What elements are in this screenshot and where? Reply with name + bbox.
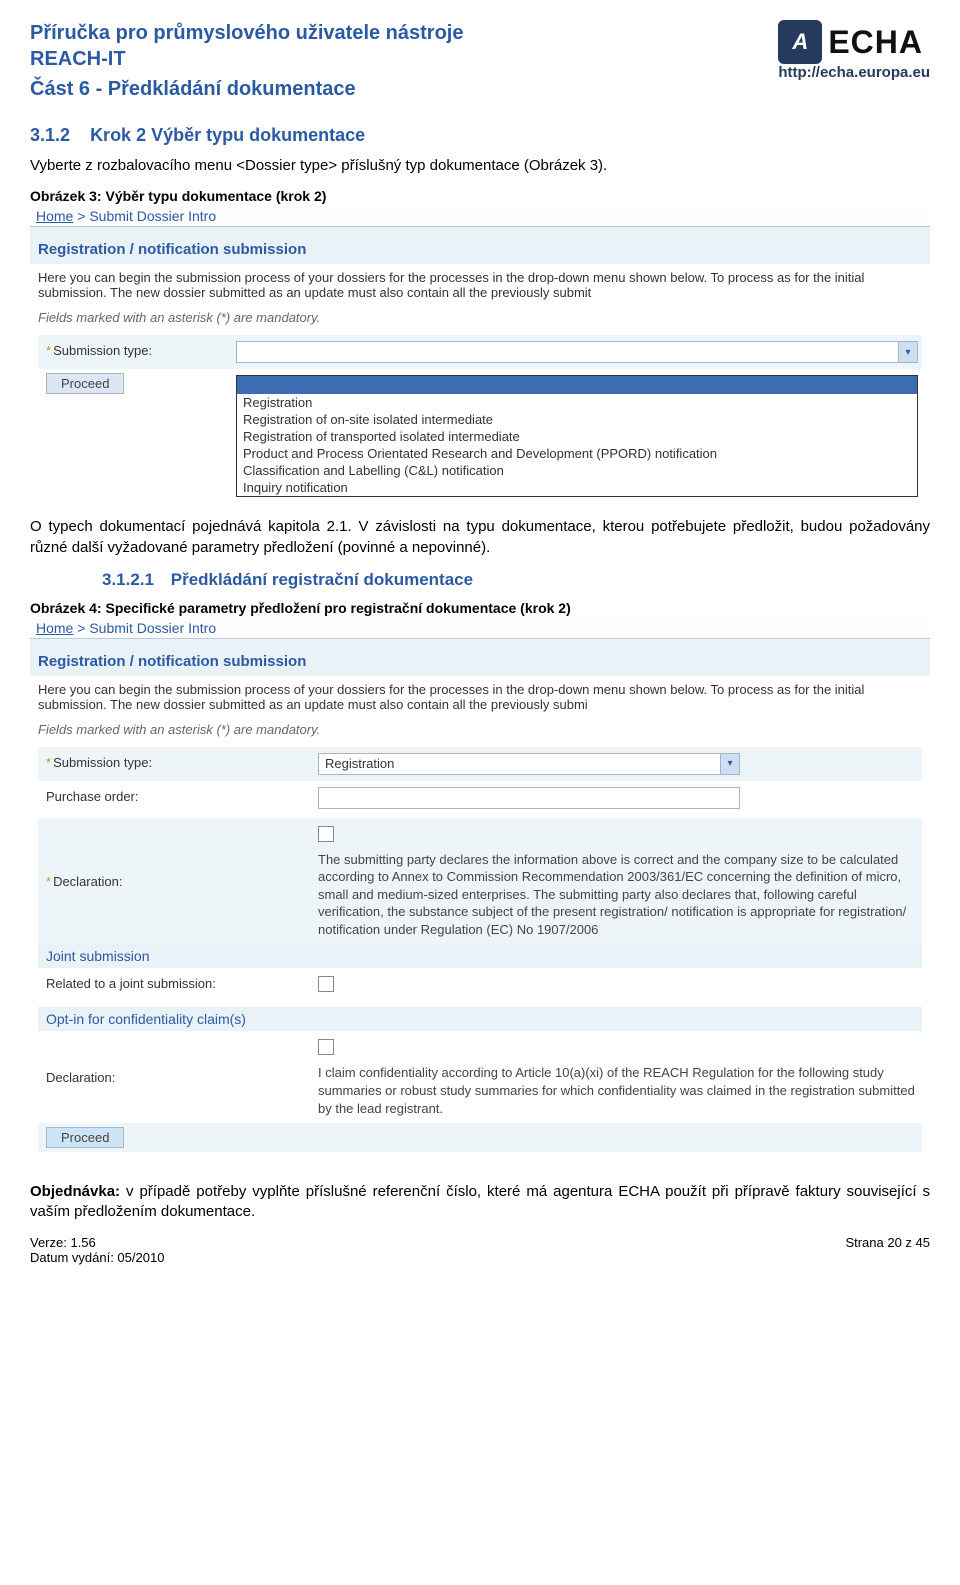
subsection-number: 3.1.2.1: [102, 570, 166, 590]
section-number: 3.1.2: [30, 125, 70, 145]
title-line1: Příručka pro průmyslového uživatele nást…: [30, 20, 463, 46]
figure-4-label: Obrázek 4: Specifické parametry předlože…: [30, 600, 930, 616]
page-header: Příručka pro průmyslového uživatele nást…: [30, 20, 930, 117]
title-line2: REACH-IT: [30, 46, 463, 72]
submission-type-value: Registration: [319, 754, 720, 774]
panel-description: Here you can begin the submission proces…: [38, 682, 922, 712]
required-asterisk-icon: *: [46, 343, 51, 358]
confidentiality-checkbox[interactable]: [318, 1039, 334, 1055]
label-related-joint: Related to a joint submission:: [46, 976, 216, 991]
dropdown-option[interactable]: Registration of on-site isolated interme…: [237, 411, 917, 428]
submission-type-select[interactable]: ▾: [236, 341, 918, 363]
footer-page: Strana 20 z 45: [845, 1235, 930, 1265]
panel-heading: Registration / notification submission: [30, 647, 930, 676]
mandatory-note: Fields marked with an asterisk (*) are m…: [38, 722, 922, 737]
section-intro: Vyberte z rozbalovacího menu <Dossier ty…: [30, 156, 930, 176]
related-joint-checkbox[interactable]: [318, 976, 334, 992]
submission-type-select[interactable]: Registration ▾: [318, 753, 740, 775]
form-row-declaration-2: Declaration: I claim confidentiality acc…: [38, 1031, 922, 1123]
section-band-optin-confidentiality: Opt-in for confidentiality claim(s): [38, 1007, 922, 1031]
required-asterisk-icon: *: [46, 874, 51, 889]
bottom-text-rest: v případě potřeby vyplňte příslušné refe…: [30, 1183, 930, 1220]
proceed-button[interactable]: Proceed: [46, 373, 124, 394]
declaration-checkbox[interactable]: [318, 826, 334, 842]
screenshot-figure-3: Home > Submit Dossier Intro Registration…: [30, 206, 930, 503]
breadcrumb: Home > Submit Dossier Intro: [30, 618, 930, 639]
form-row-related-joint: Related to a joint submission:: [38, 968, 922, 1007]
form-row-declaration-1: *Declaration: The submitting party decla…: [38, 818, 922, 945]
breadcrumb-rest: > Submit Dossier Intro: [73, 208, 216, 224]
section-title: Krok 2 Výběr typu dokumentace: [90, 125, 365, 145]
logo-url: http://echa.europa.eu: [778, 64, 930, 81]
submission-type-dropdown-list[interactable]: Registration Registration of on-site iso…: [236, 375, 918, 497]
declaration-text: The submitting party declares the inform…: [318, 851, 918, 939]
title-block: Příručka pro průmyslového uživatele nást…: [30, 20, 463, 117]
subsection-title: Předkládání registrační dokumentace: [171, 570, 473, 589]
label-declaration: Declaration:: [46, 1070, 115, 1085]
panel-description: Here you can begin the submission proces…: [38, 270, 922, 300]
form-row-purchase-order: Purchase order:: [38, 781, 922, 818]
logo-text: ECHA: [828, 24, 923, 61]
dropdown-option[interactable]: Classification and Labelling (C&L) notif…: [237, 462, 917, 479]
panel-heading: Registration / notification submission: [30, 235, 930, 264]
breadcrumb-home-link[interactable]: Home: [36, 208, 73, 224]
dropdown-option[interactable]: Inquiry notification: [237, 479, 917, 496]
breadcrumb-rest: > Submit Dossier Intro: [73, 620, 216, 636]
subsection-heading: 3.1.2.1 Předkládání registrační dokument…: [102, 570, 930, 590]
purchase-order-input[interactable]: [318, 787, 740, 809]
dropdown-option[interactable]: Registration: [237, 394, 917, 411]
footer-version: Verze: 1.56: [30, 1235, 164, 1250]
breadcrumb-home-link[interactable]: Home: [36, 620, 73, 636]
dropdown-option-blank[interactable]: [237, 376, 917, 394]
form-row-submission-type: *Submission type: ▾: [38, 335, 922, 369]
dropdown-option[interactable]: Product and Process Orientated Research …: [237, 445, 917, 462]
footer-date: Datum vydání: 05/2010: [30, 1250, 164, 1265]
mid-paragraph: O typech dokumentací pojednává kapitola …: [30, 517, 930, 558]
label-submission-type: Submission type:: [53, 755, 152, 770]
required-asterisk-icon: *: [46, 755, 51, 770]
logo-badge-icon: A: [778, 20, 822, 64]
chevron-down-icon: ▾: [720, 754, 739, 774]
subtitle: Část 6 - Předkládání dokumentace: [30, 78, 463, 101]
proceed-button[interactable]: Proceed: [46, 1127, 124, 1148]
label-submission-type: Submission type:: [53, 343, 152, 358]
confidentiality-text: I claim confidentiality according to Art…: [318, 1064, 918, 1117]
divider-bar: [30, 227, 930, 235]
page-footer: Verze: 1.56 Datum vydání: 05/2010 Strana…: [30, 1235, 930, 1265]
label-declaration: Declaration:: [53, 874, 122, 889]
screenshot-figure-4: Home > Submit Dossier Intro Registration…: [30, 618, 930, 1152]
mandatory-note: Fields marked with an asterisk (*) are m…: [38, 310, 922, 325]
chevron-down-icon: ▾: [898, 342, 917, 362]
figure-3-label: Obrázek 3: Výběr typu dokumentace (krok …: [30, 188, 930, 204]
label-purchase-order: Purchase order:: [46, 789, 139, 804]
bottom-paragraph: Objednávka: v případě potřeby vyplňte př…: [30, 1182, 930, 1223]
breadcrumb: Home > Submit Dossier Intro: [30, 206, 930, 227]
form-row-submission-type: *Submission type: Registration ▾: [38, 747, 922, 781]
section-band-joint-submission: Joint submission: [38, 944, 922, 968]
section-heading: 3.1.2 Krok 2 Výběr typu dokumentace: [30, 125, 930, 146]
echa-logo: A ECHA http://echa.europa.eu: [778, 20, 930, 81]
divider-bar: [30, 639, 930, 647]
dropdown-option[interactable]: Registration of transported isolated int…: [237, 428, 917, 445]
